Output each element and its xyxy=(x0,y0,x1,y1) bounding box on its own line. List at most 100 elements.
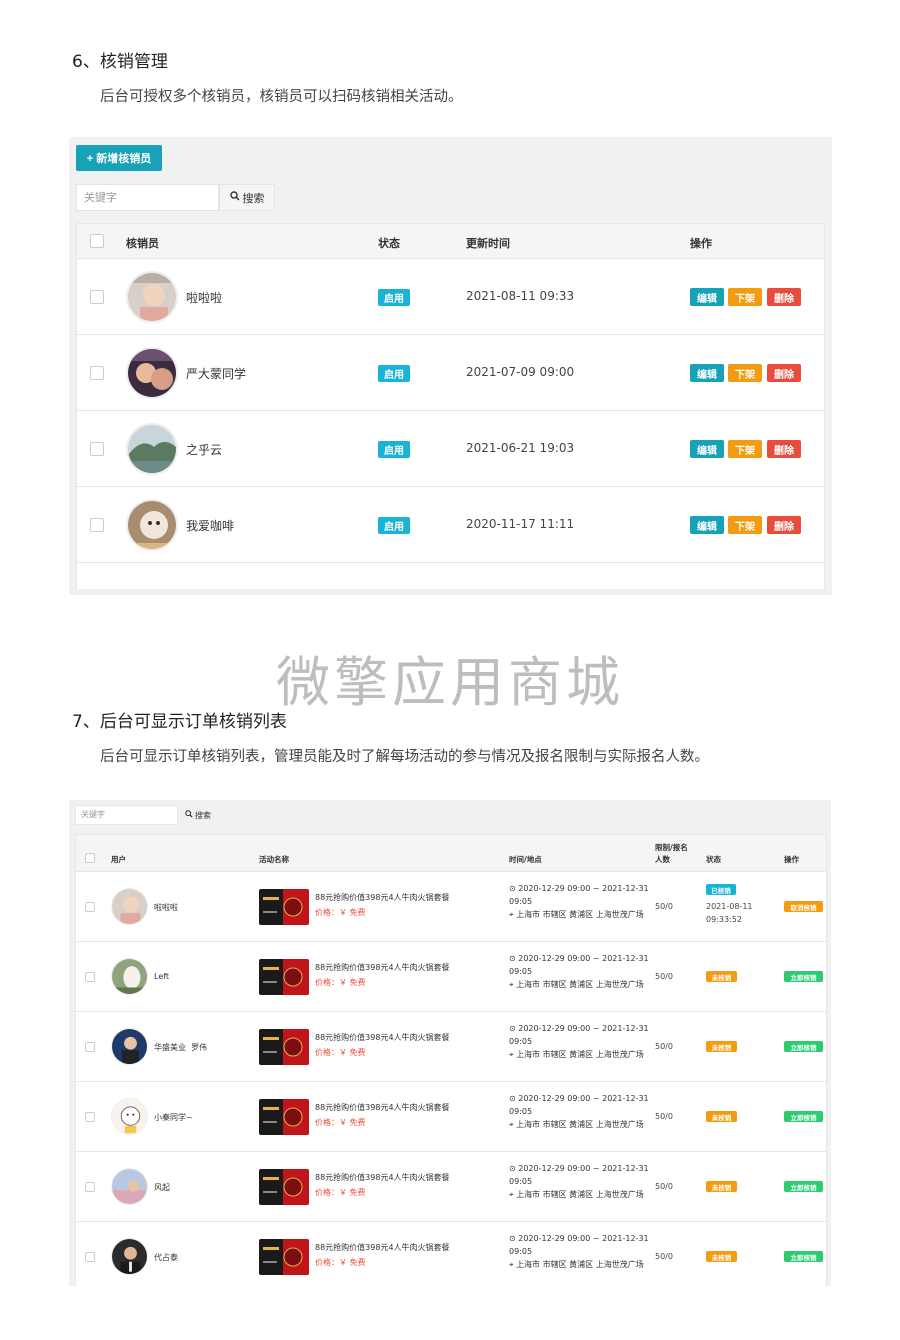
verify-now-button[interactable]: 立即核销 xyxy=(784,1041,823,1052)
unpublish-button[interactable]: 下架 xyxy=(728,288,762,306)
updated-time: 2021-06-21 19:03 xyxy=(466,441,575,455)
search-button-label: 搜索 xyxy=(242,191,265,205)
activity-name: 88元抢购价值398元4人牛肉火锅套餐 xyxy=(315,1243,450,1252)
add-verifier-button[interactable]: + 新增核销员 xyxy=(76,145,162,171)
activity-price: 价格：￥ 免费 xyxy=(315,1188,366,1197)
verifier-table: 核销员 状态 更新时间 操作 啦啦啦 启用 2021-08-11 09:33 编… xyxy=(76,223,825,589)
status-badge: 未核销 xyxy=(706,1251,737,1262)
activity-thumbnail xyxy=(259,959,309,995)
status-badge: 已核销 xyxy=(706,884,736,895)
delete-button[interactable]: 删除 xyxy=(767,440,801,458)
unpublish-button[interactable]: 下架 xyxy=(728,440,762,458)
avatar xyxy=(111,1098,148,1135)
select-all-checkbox[interactable] xyxy=(90,234,104,248)
delete-button[interactable]: 删除 xyxy=(767,516,801,534)
verifier-name: 我爱咖啡 xyxy=(186,519,235,533)
verified-time: 2021-08-11 09:33:52 xyxy=(706,902,753,924)
verify-now-button[interactable]: 立即核销 xyxy=(784,971,823,982)
row-checkbox[interactable] xyxy=(85,1042,95,1052)
clock-icon: ⊙ xyxy=(509,1094,519,1103)
avatar xyxy=(111,1238,148,1275)
unpublish-button[interactable]: 下架 xyxy=(728,364,762,382)
row-checkbox[interactable] xyxy=(85,902,95,912)
table-row: 之乎云 启用 2021-06-21 19:03 编辑 下架 删除 xyxy=(77,410,824,486)
header-verifier: 核销员 xyxy=(126,237,159,250)
edit-button[interactable]: 编辑 xyxy=(690,364,724,382)
activity-time: ⊙ 2020-12-29 09:00 ~ 2021-12-31 09:05 xyxy=(509,1164,649,1186)
row-checkbox[interactable] xyxy=(90,442,104,456)
search-button[interactable]: 搜索 xyxy=(178,805,218,825)
limit-count: 50/0 xyxy=(655,1042,673,1051)
header-ops: 操作 xyxy=(690,237,712,250)
search-icon xyxy=(185,810,193,820)
search-button[interactable]: 搜索 xyxy=(219,184,275,211)
row-checkbox[interactable] xyxy=(90,366,104,380)
limit-count: 50/0 xyxy=(655,1182,673,1191)
table-header: 用户 活动名称 时间/地点 限制/报名 人数 状态 操作 xyxy=(76,835,826,871)
cancel-verify-button[interactable]: 取消核销 xyxy=(784,901,823,912)
verify-now-button[interactable]: 立即核销 xyxy=(784,1111,823,1122)
verifier-name: 啦啦啦 xyxy=(186,291,223,305)
unpublish-button[interactable]: 下架 xyxy=(728,516,762,534)
table-row: 严大蒙同学 启用 2021-07-09 09:00 编辑 下架 删除 xyxy=(77,334,824,410)
status-badge: 启用 xyxy=(378,365,410,382)
activity-price: 价格：￥ 免费 xyxy=(315,1048,366,1057)
activity-name: 88元抢购价值398元4人牛肉火锅套餐 xyxy=(315,1173,450,1182)
activity-thumbnail xyxy=(259,889,309,925)
table-row: 代占泰 88元抢购价值398元4人牛肉火锅套餐 价格：￥ 免费 ⊙ 2020-1… xyxy=(76,1221,826,1291)
status-badge: 未核销 xyxy=(706,971,737,982)
updated-time: 2021-07-09 09:00 xyxy=(466,365,575,379)
watermark: 微擎应用商城 xyxy=(276,651,624,714)
row-checkbox[interactable] xyxy=(85,1112,95,1122)
clock-icon: ⊙ xyxy=(509,1234,519,1243)
table-footer-row xyxy=(77,562,824,589)
verify-now-button[interactable]: 立即核销 xyxy=(784,1251,823,1262)
avatar xyxy=(126,499,178,551)
delete-button[interactable]: 删除 xyxy=(767,288,801,306)
table-row: 啦啦啦 88元抢购价值398元4人牛肉火锅套餐 价格：￥ 免费 ⊙ 2020-1… xyxy=(76,871,826,941)
activity-time: ⊙ 2020-12-29 09:00 ~ 2021-12-31 09:05 xyxy=(509,1024,649,1046)
updated-time: 2020-11-17 11:11 xyxy=(466,517,575,531)
activity-place: ⌖ 上海市 市辖区 黄浦区 上海世茂广场 xyxy=(509,980,644,989)
activity-name: 88元抢购价值398元4人牛肉火锅套餐 xyxy=(315,893,450,902)
delete-button[interactable]: 删除 xyxy=(767,364,801,382)
table-row: 风起 88元抢购价值398元4人牛肉火锅套餐 价格：￥ 免费 ⊙ 2020-12… xyxy=(76,1151,826,1221)
select-all-checkbox[interactable] xyxy=(85,853,95,863)
keyword-input[interactable]: 关键字 xyxy=(75,805,178,825)
keyword-input[interactable]: 关键字 xyxy=(76,184,219,211)
table-row: Left 88元抢购价值398元4人牛肉火锅套餐 价格：￥ 免费 ⊙ 2020-… xyxy=(76,941,826,1011)
updated-time: 2021-08-11 09:33 xyxy=(466,289,575,303)
row-checkbox[interactable] xyxy=(85,1252,95,1262)
search-button-label: 搜索 xyxy=(195,810,211,820)
activity-name: 88元抢购价值398元4人牛肉火锅套餐 xyxy=(315,963,450,972)
activity-price: 价格：￥ 免费 xyxy=(315,978,366,987)
table-row: 我爱咖啡 启用 2020-11-17 11:11 编辑 下架 删除 xyxy=(77,486,824,562)
activity-price: 价格：￥ 免费 xyxy=(315,1118,366,1127)
edit-button[interactable]: 编辑 xyxy=(690,516,724,534)
activity-thumbnail xyxy=(259,1239,309,1275)
avatar xyxy=(111,888,148,925)
activity-place: ⌖ 上海市 市辖区 黄浦区 上海世茂广场 xyxy=(509,910,644,919)
clock-icon: ⊙ xyxy=(509,1024,519,1033)
header-activity: 活动名称 xyxy=(259,855,289,864)
avatar xyxy=(126,347,178,399)
edit-button[interactable]: 编辑 xyxy=(690,440,724,458)
activity-time: ⊙ 2020-12-29 09:00 ~ 2021-12-31 09:05 xyxy=(509,884,649,906)
row-checkbox[interactable] xyxy=(85,972,95,982)
edit-button[interactable]: 编辑 xyxy=(690,288,724,306)
header-ops: 操作 xyxy=(784,855,799,864)
verify-now-button[interactable]: 立即核销 xyxy=(784,1181,823,1192)
status-badge: 未核销 xyxy=(706,1181,737,1192)
activity-thumbnail xyxy=(259,1099,309,1135)
location-icon: ⌖ xyxy=(509,1190,517,1199)
row-checkbox[interactable] xyxy=(85,1182,95,1192)
table-header: 核销员 状态 更新时间 操作 xyxy=(77,224,824,258)
limit-count: 50/0 xyxy=(655,902,673,911)
row-checkbox[interactable] xyxy=(90,290,104,304)
activity-place: ⌖ 上海市 市辖区 黄浦区 上海世茂广场 xyxy=(509,1260,644,1269)
status-badge: 启用 xyxy=(378,517,410,534)
location-icon: ⌖ xyxy=(509,1050,517,1059)
table-row: 小秦同学~ 88元抢购价值398元4人牛肉火锅套餐 价格：￥ 免费 ⊙ 2020… xyxy=(76,1081,826,1151)
user-name: 小秦同学~ xyxy=(154,1113,193,1122)
row-checkbox[interactable] xyxy=(90,518,104,532)
